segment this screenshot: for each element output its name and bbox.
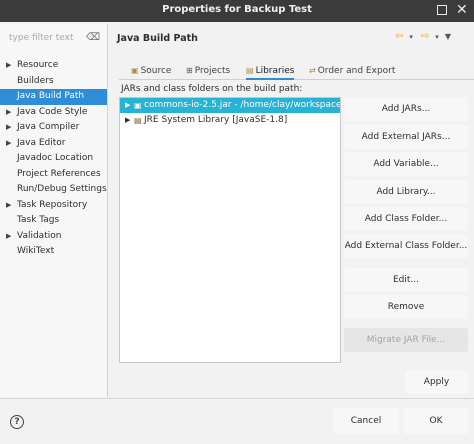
libraries-icon: ▤ xyxy=(246,66,254,75)
add-class-folder-button[interactable]: Add Class Folder... xyxy=(344,207,468,231)
tab-projects[interactable]: ⊞ Projects xyxy=(186,64,230,80)
preferences-sidebar: type filter text ⌫ ▶ Resource Builders Ja… xyxy=(0,24,108,397)
tab-order-and-export[interactable]: ⇄ Order and Export xyxy=(309,64,395,80)
back-dropdown-icon[interactable]: ▾ xyxy=(409,33,413,41)
tree-item-label: Java Code Style xyxy=(17,106,88,117)
help-icon[interactable]: ? xyxy=(10,415,24,429)
tree-item-label: Javadoc Location xyxy=(17,153,94,163)
close-icon[interactable]: ✕ xyxy=(456,2,468,18)
build-path-list[interactable]: ▶ ▣ commons-io-2.5.jar - /home/clay/work… xyxy=(119,97,341,363)
add-external-class-folder-button[interactable]: Add External Class Folder... xyxy=(344,234,468,258)
libraries-label: JARs and class folders on the build path… xyxy=(121,84,303,94)
back-arrow-icon[interactable]: ⇦ xyxy=(395,31,403,42)
tree-item-label: Java Editor xyxy=(17,137,66,148)
list-item-label: commons-io-2.5.jar - /home/clay/workspac… xyxy=(144,100,341,110)
expand-arrow-icon[interactable]: ▶ xyxy=(125,113,130,128)
source-folder-icon: ▣ xyxy=(131,66,139,75)
tree-item-validation[interactable]: ▶ Validation xyxy=(0,229,107,245)
forward-arrow-icon[interactable]: ⇨ xyxy=(421,31,429,42)
view-menu-icon[interactable]: ▼ xyxy=(445,32,451,41)
tree-item-label: Validation xyxy=(17,230,62,241)
dialog-footer xyxy=(0,398,474,444)
list-item-label: JRE System Library [JavaSE-1.8] xyxy=(144,115,288,125)
remove-button[interactable]: Remove xyxy=(344,295,468,319)
filter-placeholder: type filter text xyxy=(9,33,74,43)
tree-item-label: Task Repository xyxy=(17,199,88,210)
tree-item-java-code-style[interactable]: ▶ Java Code Style xyxy=(0,105,107,121)
cancel-button[interactable]: Cancel xyxy=(333,408,399,434)
clear-filter-icon[interactable]: ⌫ xyxy=(86,32,100,43)
expand-arrow-icon[interactable]: ▶ xyxy=(125,98,130,113)
migrate-jar-button[interactable]: Migrate JAR File... xyxy=(344,328,468,352)
ok-button[interactable]: OK xyxy=(404,408,468,434)
tab-source[interactable]: ▣ Source xyxy=(131,64,171,80)
jar-icon: ▣ xyxy=(134,101,142,110)
tree-item-label: Resource xyxy=(17,60,59,70)
tree-item-label: Java Build Path xyxy=(17,91,85,101)
expand-arrow-icon[interactable]: ▶ xyxy=(6,58,11,74)
tree-item-java-compiler[interactable]: ▶ Java Compiler xyxy=(0,120,107,136)
list-item-commons-io[interactable]: ▶ ▣ commons-io-2.5.jar - /home/clay/work… xyxy=(120,98,340,113)
tree-item-label: Builders xyxy=(17,75,54,86)
property-tree: ▶ Resource Builders Java Build Path ▶ Java… xyxy=(0,58,107,260)
tree-item-project-references[interactable]: Project References xyxy=(0,167,107,183)
tree-item-label: WikiText xyxy=(17,246,55,256)
tree-item-java-editor[interactable]: ▶ Java Editor xyxy=(0,136,107,152)
tree-item-run-debug-settings[interactable]: Run/Debug Settings xyxy=(0,182,107,198)
apply-button[interactable]: Apply xyxy=(405,370,468,394)
tab-label: Source xyxy=(140,66,172,76)
add-variable-button[interactable]: Add Variable... xyxy=(344,152,468,176)
maximize-icon[interactable] xyxy=(437,5,447,15)
page-title: Java Build Path xyxy=(117,33,198,44)
expand-arrow-icon[interactable]: ▶ xyxy=(6,120,11,136)
tree-item-resource[interactable]: ▶ Resource xyxy=(0,58,107,74)
tab-label: Libraries xyxy=(255,66,295,76)
edit-button[interactable]: Edit... xyxy=(344,268,468,292)
add-jars-button[interactable]: Add JARs... xyxy=(344,97,468,121)
add-library-button[interactable]: Add Library... xyxy=(344,180,468,204)
add-external-jars-button[interactable]: Add External JARs... xyxy=(344,125,468,149)
history-nav: ⇦ ▾ ⇨ ▾ ▼ xyxy=(395,31,457,42)
tab-label: Projects xyxy=(194,66,231,76)
forward-dropdown-icon[interactable]: ▾ xyxy=(435,33,439,41)
list-item-jre-system-library[interactable]: ▶ ▤ JRE System Library [JavaSE-1.8] xyxy=(120,113,340,128)
expand-arrow-icon[interactable]: ▶ xyxy=(6,105,11,121)
tree-item-label: Project References xyxy=(17,168,101,179)
window-title: Properties for Backup Test xyxy=(162,4,312,15)
tree-item-task-repository[interactable]: ▶ Task Repository xyxy=(0,198,107,214)
tree-item-label: Java Compiler xyxy=(17,122,80,132)
order-export-icon: ⇄ xyxy=(309,66,316,75)
expand-arrow-icon[interactable]: ▶ xyxy=(6,198,11,214)
tree-item-task-tags[interactable]: Task Tags xyxy=(0,213,107,229)
tab-label: Order and Export xyxy=(317,66,396,76)
build-path-tabs: ▣ Source ⊞ Projects ▤ Libraries ⇄ Order and … xyxy=(119,62,474,80)
projects-icon: ⊞ xyxy=(186,66,193,75)
filter-input[interactable]: type filter text ⌫ xyxy=(4,30,102,48)
library-icon: ▤ xyxy=(134,116,142,125)
expand-arrow-icon[interactable]: ▶ xyxy=(6,136,11,152)
tab-libraries[interactable]: ▤ Libraries xyxy=(246,64,295,80)
tree-item-builders[interactable]: Builders xyxy=(0,74,107,90)
tree-item-java-build-path[interactable]: Java Build Path xyxy=(0,89,107,105)
tree-item-javadoc-location[interactable]: Javadoc Location xyxy=(0,151,107,167)
tree-item-label: Run/Debug Settings xyxy=(17,184,107,194)
tree-item-wikitext[interactable]: WikiText xyxy=(0,244,107,260)
window-titlebar: Properties for Backup Test ✕ xyxy=(0,0,474,22)
tree-item-label: Task Tags xyxy=(17,215,60,225)
expand-arrow-icon[interactable]: ▶ xyxy=(6,229,11,245)
